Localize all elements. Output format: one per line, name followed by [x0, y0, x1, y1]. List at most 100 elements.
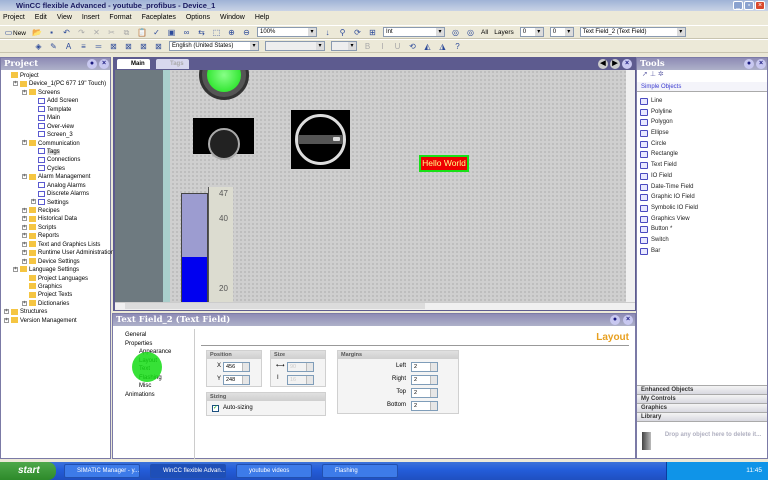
find-icon[interactable]: ⚲	[338, 28, 347, 37]
task-wincc[interactable]: WinCC flexible Advan...	[150, 464, 226, 478]
tree-item[interactable]: Graphics	[1, 283, 110, 291]
tree-item[interactable]: Template	[1, 106, 110, 114]
tool-item[interactable]: Text Field	[637, 160, 767, 171]
menu-help[interactable]: Help	[255, 12, 269, 24]
all-label[interactable]: All	[481, 29, 488, 36]
menu-faceplates[interactable]: Faceplates	[142, 12, 176, 24]
copy-icon[interactable]: ⧉	[122, 28, 131, 37]
expand-icon[interactable]: +	[13, 266, 18, 272]
tool-item[interactable]: Polygon	[637, 117, 767, 128]
nav-general[interactable]: General	[117, 331, 192, 340]
screen-canvas[interactable]: Hello World 47 40 20	[115, 70, 626, 302]
text-field-selected[interactable]: Hello World	[419, 155, 469, 172]
tool-item[interactable]: Date-Time Field	[637, 182, 767, 193]
expand-icon[interactable]: +	[22, 89, 27, 95]
tool-icon[interactable]: ⊥	[650, 71, 656, 78]
line-width-icon[interactable]: ≡	[79, 42, 88, 51]
tree-item[interactable]: Project	[1, 72, 110, 80]
width-input[interactable]: 90	[287, 362, 314, 372]
font-select[interactable]	[265, 41, 325, 51]
y-input[interactable]: 248	[223, 375, 250, 385]
selector-switch[interactable]	[291, 110, 350, 169]
nav-properties[interactable]: Properties	[117, 340, 192, 349]
tool-item[interactable]: Graphic IO Field	[637, 192, 767, 203]
tree-item[interactable]: + Settings	[1, 198, 110, 207]
next-tab-icon[interactable]: ▶	[610, 59, 620, 69]
save-icon[interactable]: ▪	[47, 28, 56, 37]
cut-icon[interactable]: ✂	[107, 28, 116, 37]
horizontal-scrollbar[interactable]	[115, 302, 635, 310]
height-input[interactable]: 16	[287, 375, 314, 385]
layer-icon[interactable]: ◎	[451, 28, 460, 37]
task-simatic-manager[interactable]: SIMATIC Manager - y...	[64, 464, 140, 478]
tool-item[interactable]: IO Field	[637, 171, 767, 182]
close-editor-icon[interactable]: ×	[622, 59, 632, 69]
pin-icon[interactable]: ●	[744, 59, 754, 69]
tree-item[interactable]: Tags	[1, 148, 110, 156]
fill-color-icon[interactable]: ◈	[34, 42, 43, 51]
zoom-out-icon[interactable]: ⊖	[242, 28, 251, 37]
tree-item[interactable]: Main	[1, 114, 110, 122]
tool-item[interactable]: Line	[637, 96, 767, 107]
menu-edit[interactable]: Edit	[35, 12, 47, 24]
tool-item[interactable]: Ellipse	[637, 128, 767, 139]
rotate-icon[interactable]: ⟲	[408, 42, 417, 51]
tool-item[interactable]: Button *	[637, 224, 767, 235]
tree-item[interactable]: + Device Settings	[1, 258, 110, 266]
section-my-controls[interactable]: My Controls	[637, 394, 767, 403]
expand-icon[interactable]: +	[22, 140, 27, 146]
close-icon[interactable]: ×	[756, 59, 766, 69]
auto-sizing-checkbox[interactable]: ✓	[212, 405, 219, 412]
close-button[interactable]: ×	[755, 1, 765, 10]
tool-item[interactable]: Symbolic IO Field	[637, 203, 767, 214]
font-color-icon[interactable]: A	[64, 42, 73, 51]
tree-item[interactable]: + Screens	[1, 89, 110, 97]
compile-icon[interactable]: ▣	[167, 28, 176, 37]
menu-insert[interactable]: Insert	[82, 12, 100, 24]
zoom-select[interactable]: 100%	[257, 27, 318, 37]
expand-icon[interactable]: +	[31, 199, 36, 205]
align4-icon[interactable]: ⊠	[154, 42, 163, 51]
menu-options[interactable]: Options	[186, 12, 210, 24]
margin-left-input[interactable]: 2	[411, 362, 438, 372]
align-icon[interactable]: ⊠	[109, 42, 118, 51]
section-graphics[interactable]: Graphics	[637, 403, 767, 412]
pin-icon[interactable]: ●	[610, 315, 620, 325]
tree-item[interactable]: Add Screen	[1, 97, 110, 105]
open-icon[interactable]: 📂	[32, 28, 42, 37]
delete-icon[interactable]: ✕	[92, 28, 101, 37]
expand-icon[interactable]: +	[22, 216, 27, 222]
check-icon[interactable]: ✓	[152, 28, 161, 37]
tree-item[interactable]: + Reports	[1, 232, 110, 240]
order-icon[interactable]: ◮	[438, 42, 447, 51]
simple-objects-header[interactable]: Simple Objects	[637, 82, 767, 92]
flip-icon[interactable]: ◭	[423, 42, 432, 51]
line-style-icon[interactable]: ═	[94, 42, 103, 51]
expand-icon[interactable]: +	[22, 224, 27, 230]
align2-icon[interactable]: ⊠	[124, 42, 133, 51]
margin-bottom-input[interactable]: 2	[411, 401, 438, 411]
pointer-icon[interactable]: ➚	[642, 71, 648, 78]
tree-item[interactable]: + Recipes	[1, 207, 110, 215]
tag-icon[interactable]: ⊞	[368, 28, 377, 37]
expand-icon[interactable]: +	[22, 250, 27, 256]
settings-icon[interactable]: ✲	[658, 71, 664, 78]
task-flashing[interactable]: Flashing	[322, 464, 398, 478]
tree-item[interactable]: + Dictionaries	[1, 300, 110, 308]
tree-item[interactable]: Project Texts	[1, 291, 110, 299]
nav-misc[interactable]: Misc	[117, 382, 192, 391]
language-select[interactable]: English (United States)	[169, 41, 259, 51]
transfer-icon[interactable]: ⇆	[197, 28, 206, 37]
tool-item[interactable]: Circle	[637, 139, 767, 150]
redo-icon[interactable]: ↷	[77, 28, 86, 37]
refresh-icon[interactable]: ⟳	[353, 28, 362, 37]
tree-item[interactable]: + Alarm Management	[1, 173, 110, 181]
margin-right-input[interactable]: 2	[411, 375, 438, 385]
tree-item[interactable]: Cycles	[1, 165, 110, 173]
menu-window[interactable]: Window	[220, 12, 245, 24]
tool-item[interactable]: Polyline	[637, 107, 767, 118]
minimize-button[interactable]: _	[733, 1, 743, 10]
tree-item[interactable]: + Runtime User Administration	[1, 249, 114, 257]
tree-item[interactable]: Project Languages	[1, 274, 110, 283]
delete-drop-zone[interactable]: Drop any object here to delete it...	[637, 421, 767, 457]
